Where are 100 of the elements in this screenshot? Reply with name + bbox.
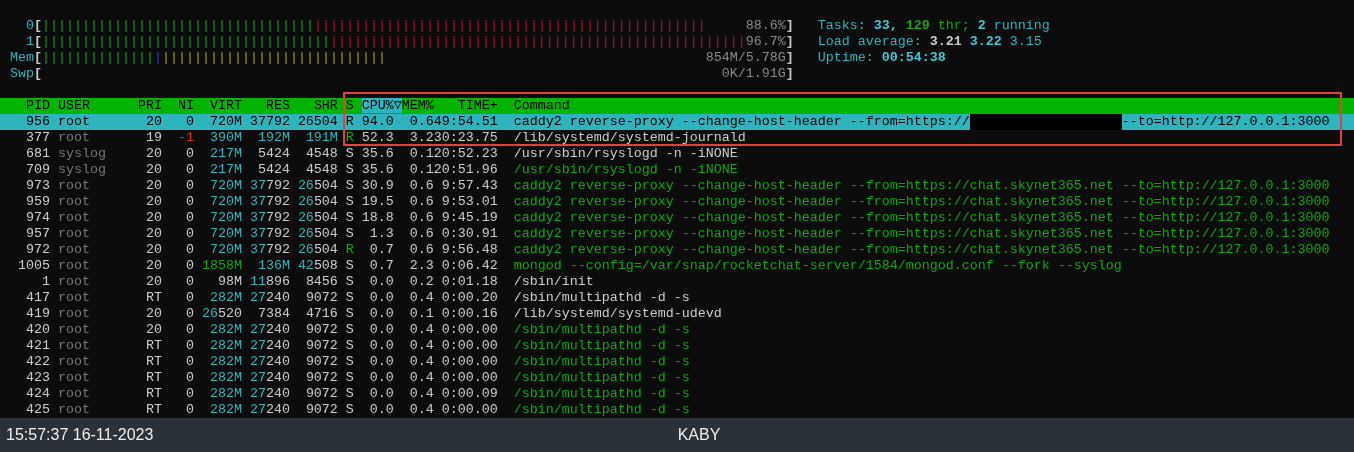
table-cell-text: 0 [184, 146, 194, 162]
table-cell-text: 282M [208, 370, 242, 386]
table-cell-text: 0 [184, 306, 194, 322]
process-row[interactable]: 419 root 20 0 26520 7384 4716 S 0.0 0.1 0:00.16 /lib/systemd/systemd-udevd [0, 306, 1354, 322]
table-cell-text: 972 [25, 242, 50, 258]
process-row[interactable]: 420 root 20 0 282M 27240 9072 S 0.0 0.4 0:00.00 /sbin/multipathd -d -s [0, 322, 1354, 338]
table-cell-text: R [344, 242, 354, 258]
table-cell-text: 0 [184, 370, 194, 386]
table-cell-text: 0.0 [368, 322, 395, 338]
table-cell-text: 26504 [296, 178, 338, 194]
table-cell-text: 26504 [296, 114, 338, 130]
table-cell-text: root [56, 178, 91, 194]
table-cell-text: S [344, 402, 354, 418]
column-header[interactable]: RES [265, 98, 290, 113]
process-row[interactable]: 709 syslog 20 0 217M 5424 4548 S 35.6 0.120:51.96 /usr/sbin/rsyslogd -n -iNONE [0, 162, 1354, 178]
table-cell-text: 7384 [256, 306, 290, 322]
table-cell-text: /sbin/multipathd -d -s [512, 402, 691, 418]
table-cell-text: 0 [184, 274, 194, 290]
table-cell-text: 94.0 [360, 114, 395, 130]
table-cell-text: 26504 [296, 242, 338, 258]
meter-value: 854M/5.78G [705, 50, 786, 66]
process-row[interactable]: 425 root RT 0 282M 27240 9072 S 0.0 0.4 0:00.00 /sbin/multipathd -d -s [0, 402, 1354, 418]
table-cell-text: 0:00.16 [440, 306, 499, 322]
process-row[interactable]: 972 root 20 0 720M 37792 26504 R 0.7 0.6 9:56.48 caddy2 reverse-proxy --change-host-header --from=https://chat.skynet365.net --to=http://127.0.0.1:3000 [0, 242, 1354, 258]
load-value: 3.15 [1009, 34, 1042, 49]
thread-count: 129 [905, 18, 930, 33]
table-cell-text: S [344, 306, 354, 322]
table-cell-text: S [344, 162, 354, 178]
table-cell-text: caddy2 reverse-proxy --change-host-header --from=https://chat.skynet365.net --to=http://127.0.0.1:3000 [512, 210, 1331, 226]
table-cell-text: S [344, 338, 354, 354]
meter-bars: |||||||||||||||||||||||||||||||||| [42, 18, 314, 34]
table-cell-text: 0.0 [368, 402, 395, 418]
table-cell-text: S [344, 386, 354, 402]
table-cell-text: /lib/systemd/systemd-journald [512, 130, 747, 146]
table-cell-text: 20 [144, 306, 162, 322]
column-header[interactable]: VIRT [209, 98, 242, 113]
column-header[interactable]: Command [513, 98, 570, 114]
table-cell-text: 0.4 [408, 354, 434, 370]
table-cell-text: 282M [208, 402, 242, 418]
process-row[interactable]: 1 root 20 0 98M 11896 8456 S 0.0 0.2 0:01.18 /sbin/init [0, 274, 1354, 290]
column-header[interactable]: SHR [313, 98, 338, 113]
process-row[interactable]: 956 root 20 0 720M 37792 26504 R 94.0 0.649:54.51 caddy2 reverse-proxy --change-host-header --from=https:// --to=http://127.0.0.1:3000 [0, 114, 1354, 130]
date-time: 15:57:37 16-11-2023 [6, 426, 155, 444]
table-cell-text: 0 [184, 386, 194, 402]
table-cell-text: 720M [208, 242, 242, 258]
column-header[interactable]: PRI [137, 98, 162, 113]
table-cell-text: 20 [144, 226, 162, 242]
column-header[interactable]: S [345, 98, 354, 113]
table-cell-text: 0:01.18 [440, 274, 499, 290]
table-cell-text: 421 [25, 338, 50, 354]
column-header[interactable]: USER [57, 98, 90, 113]
table-cell-text: 377 [25, 130, 50, 146]
table-cell-text: 217M [208, 162, 242, 178]
table-cell-text: syslog [56, 162, 107, 178]
process-row[interactable]: 422 root RT 0 282M 27240 9072 S 0.0 0.4 0:00.00 /sbin/multipathd -d -s [0, 354, 1354, 370]
load-value: 3.22 [969, 34, 1002, 49]
running-count: 2 [977, 18, 986, 33]
table-cell-text: 0 [184, 226, 194, 242]
process-row[interactable]: 959 root 20 0 720M 37792 26504 S 19.5 0.6 9:53.01 caddy2 reverse-proxy --change-host-header --from=https://chat.skynet365.net --to=http://127.0.0.1:3000 [0, 194, 1354, 210]
table-cell-text: 20 [144, 162, 162, 178]
process-row[interactable]: 421 root RT 0 282M 27240 9072 S 0.0 0.4 0:00.00 /sbin/multipathd -d -s [0, 338, 1354, 354]
meter-bars: |||||||||||||||||||||||||||||||||||| [42, 34, 330, 50]
table-cell-text: 0.6 [408, 242, 434, 258]
process-row[interactable]: 417 root RT 0 282M 27240 9072 S 0.0 0.4 0:00.20 /sbin/multipathd -d -s [0, 290, 1354, 306]
table-cell-text: caddy2 reverse-proxy --change-host-header --from=https://chat.skynet365.net --to=http://127.0.0.1:3000 [512, 178, 1331, 194]
table-cell-text: 1 [41, 274, 50, 290]
process-row[interactable]: 423 root RT 0 282M 27240 9072 S 0.0 0.4 0:00.00 /sbin/multipathd -d -s [0, 370, 1354, 386]
table-cell-text: root [56, 322, 91, 338]
meter-bars: |||||||||||||||||||||||||||||||||||||||||||||||||||| [329, 34, 746, 50]
table-cell-text: S [344, 146, 354, 162]
column-header[interactable]: CPU%▽ [361, 98, 402, 113]
table-cell-text: 282M [208, 338, 242, 354]
process-row[interactable]: 1005 root 20 0 1858M 136M 42508 S 0.7 2.3 0:06.42 mongod --config=/var/snap/rocketchat-server/1584/mongod.conf --fork --syslog [0, 258, 1354, 274]
meter-value: 96.7% [745, 34, 786, 50]
table-cell-text: 1858M [200, 258, 242, 274]
table-cell-text: mongod --config=/var/snap/rocketchat-server/1584/mongod.conf --fork --syslog [512, 258, 1123, 274]
table-cell-text: 9072 [304, 322, 338, 338]
table-cell-text: 0:00.00 [440, 322, 499, 338]
column-header[interactable]: TIME+ [457, 98, 498, 113]
table-cell-text: 27240 [248, 386, 290, 402]
table-cell-text: 957 [25, 226, 50, 242]
table-cell-text: 98M [216, 274, 242, 290]
process-row[interactable]: 973 root 20 0 720M 37792 26504 S 30.9 0.6 9:57.43 caddy2 reverse-proxy --change-host-header --from=https://chat.skynet365.net --to=http://127.0.0.1:3000 [0, 178, 1354, 194]
table-cell-text: /usr/sbin/rsyslogd -n -iNONE [512, 146, 739, 162]
table-cell-text: 35.6 [360, 146, 395, 162]
uptime-label: Uptime: [817, 50, 874, 65]
column-header[interactable]: PID [26, 98, 50, 113]
running-label: running [993, 18, 1050, 33]
meter-label: 1 [25, 34, 34, 50]
table-cell-text: root [56, 290, 91, 306]
table-cell-text: 0.6 [408, 210, 434, 226]
column-header[interactable]: NI [177, 98, 194, 113]
table-cell-text: 720M [208, 114, 242, 130]
process-row[interactable]: 957 root 20 0 720M 37792 26504 S 1.3 0.6 0:30.91 caddy2 reverse-proxy --change-host-header --from=https://chat.skynet365.net --to=http://127.0.0.1:3000 [0, 226, 1354, 242]
process-row[interactable]: 974 root 20 0 720M 37792 26504 S 18.8 0.6 9:45.19 caddy2 reverse-proxy --change-host-header --from=https://chat.skynet365.net --to=http://127.0.0.1:3000 [0, 210, 1354, 226]
process-row[interactable]: 681 syslog 20 0 217M 5424 4548 S 35.6 0.120:52.23 /usr/sbin/rsyslogd -n -iNONE [0, 146, 1354, 162]
table-cell-text: 27240 [248, 338, 290, 354]
table-cell-text: 37792 [248, 210, 290, 226]
process-row[interactable]: 377 root 19 -1 390M 192M 191M R 52.3 3.230:23.75 /lib/systemd/systemd-journald [0, 130, 1354, 146]
process-row[interactable]: 424 root RT 0 282M 27240 9072 S 0.0 0.4 0:00.09 /sbin/multipathd -d -s [0, 386, 1354, 402]
